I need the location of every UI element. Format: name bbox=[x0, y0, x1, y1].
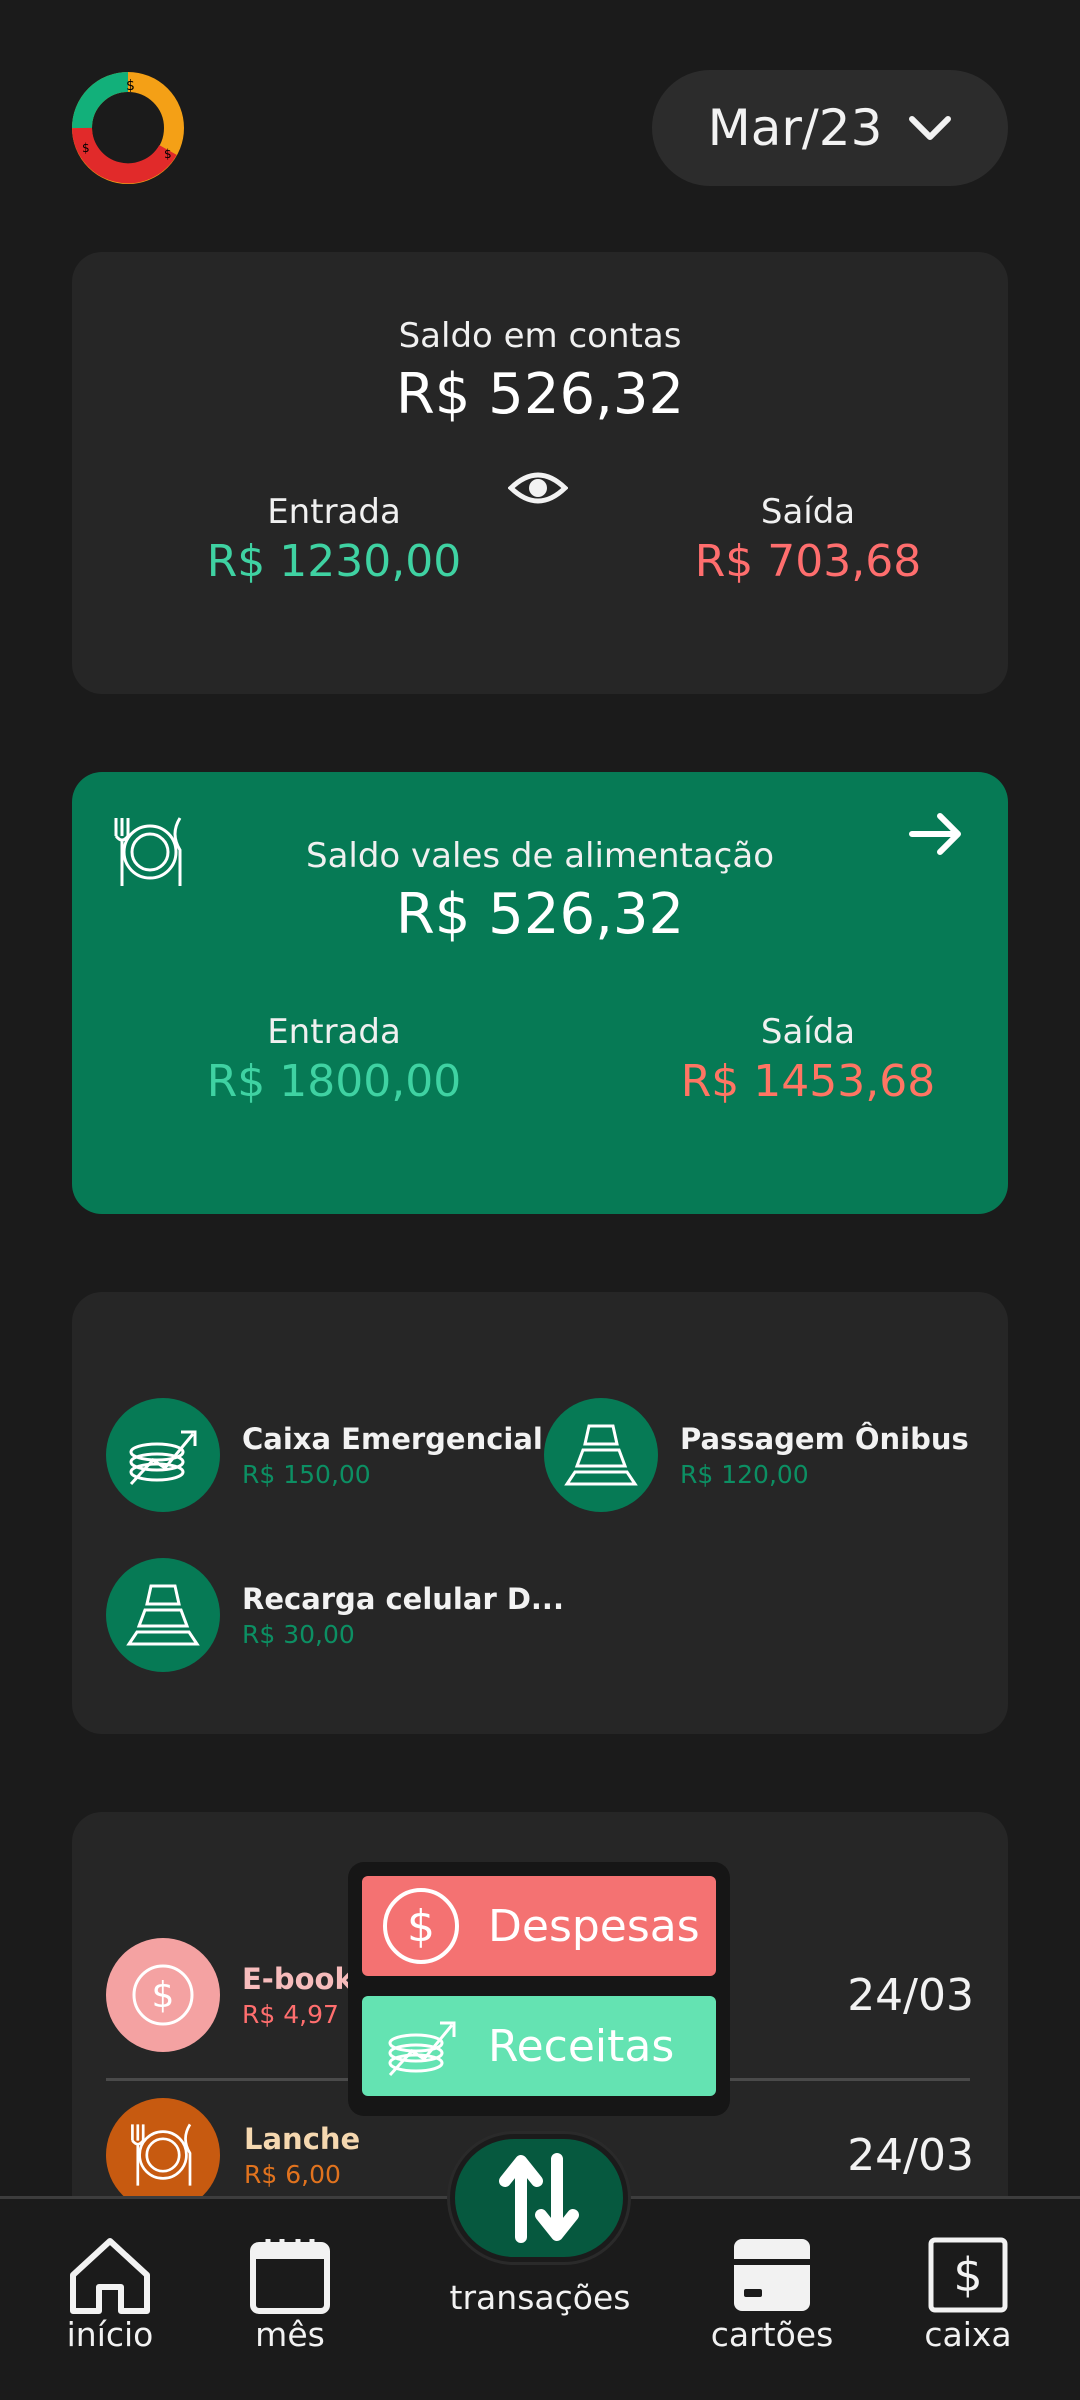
svg-text:$: $ bbox=[152, 1975, 175, 2016]
accounts-balance: R$ 526,32 bbox=[395, 362, 685, 427]
chevron-down-icon bbox=[909, 116, 952, 140]
home-icon bbox=[50, 2235, 170, 2315]
pyramid-icon bbox=[544, 1398, 658, 1512]
transaction-name: Lanche bbox=[244, 2121, 361, 2156]
meal-voucher-card[interactable]: Saldo vales de alimentação R$ 526,32 Ent… bbox=[72, 772, 1008, 1214]
voucher-in-value: R$ 1800,00 bbox=[206, 1056, 462, 1107]
transaction-name: E-book bbox=[242, 1961, 354, 1996]
nav-home[interactable]: início bbox=[50, 2235, 170, 2354]
plate-icon bbox=[106, 2098, 220, 2212]
box-item[interactable]: Caixa Emergencial R$ 150,00 bbox=[106, 1398, 543, 1512]
box-item[interactable]: Recarga celular D... R$ 30,00 bbox=[106, 1558, 564, 1672]
boxes-card: Caixa Emergencial R$ 150,00 Passagem Ôni… bbox=[72, 1292, 1008, 1734]
accounts-out-label: Saída bbox=[760, 492, 856, 532]
new-transaction-menu: $ Despesas Receitas bbox=[348, 1862, 730, 2116]
svg-text:$: $ bbox=[82, 141, 90, 155]
voucher-out-label: Saída bbox=[760, 1012, 856, 1052]
accounts-balance-card: Saldo em contas R$ 526,32 Entrada R$ 123… bbox=[72, 252, 1008, 694]
nav-transactions-label: transações bbox=[449, 2278, 631, 2317]
nav-month-label: mês bbox=[255, 2315, 325, 2354]
accounts-in-label: Entrada bbox=[267, 492, 401, 532]
app-logo: $ $ $ bbox=[68, 68, 188, 188]
pyramid-icon bbox=[106, 1558, 220, 1672]
cash-box-icon: $ bbox=[908, 2235, 1028, 2315]
voucher-in-label: Entrada bbox=[267, 1012, 401, 1052]
transactions-fab[interactable] bbox=[450, 2134, 628, 2262]
month-selector[interactable]: Mar/23 bbox=[652, 70, 1008, 186]
transaction-amount: R$ 4,97 bbox=[242, 1999, 339, 2029]
nav-month[interactable]: mês bbox=[230, 2235, 350, 2354]
svg-text:$: $ bbox=[126, 78, 135, 94]
svg-text:$: $ bbox=[164, 147, 172, 161]
voucher-out-value: R$ 1453,68 bbox=[680, 1056, 936, 1107]
voucher-title: Saldo vales de alimentação bbox=[305, 836, 774, 876]
expenses-label: Despesas bbox=[488, 1900, 700, 1952]
box-amount: R$ 150,00 bbox=[242, 1459, 371, 1489]
swap-vertical-icon bbox=[499, 2153, 579, 2243]
income-button[interactable]: Receitas bbox=[362, 1996, 716, 2096]
box-item[interactable]: Passagem Ônibus R$ 120,00 bbox=[544, 1398, 969, 1512]
nav-cards[interactable]: cartões bbox=[700, 2235, 844, 2354]
eye-icon[interactable] bbox=[507, 468, 569, 512]
coins-chart-icon bbox=[388, 2021, 456, 2077]
svg-text:$: $ bbox=[407, 1901, 435, 1952]
coins-chart-icon bbox=[106, 1398, 220, 1512]
nav-cash-label: caixa bbox=[924, 2315, 1012, 2354]
voucher-balance: R$ 526,32 bbox=[395, 882, 685, 947]
month-label: Mar/23 bbox=[707, 99, 883, 157]
box-name: Recarga celular D... bbox=[242, 1581, 564, 1616]
box-name: Passagem Ônibus bbox=[680, 1421, 969, 1456]
accounts-title: Saldo em contas bbox=[398, 316, 682, 356]
transaction-date: 24/03 bbox=[847, 1969, 974, 2021]
transaction-amount: R$ 6,00 bbox=[244, 2159, 341, 2189]
accounts-out-value: R$ 703,68 bbox=[694, 536, 922, 587]
credit-card-icon bbox=[700, 2235, 844, 2315]
nav-home-label: início bbox=[66, 2315, 154, 2354]
calendar-icon bbox=[230, 2235, 350, 2315]
transaction-date: 24/03 bbox=[847, 2129, 974, 2181]
box-amount: R$ 120,00 bbox=[680, 1459, 809, 1489]
svg-text:$: $ bbox=[953, 2248, 982, 2302]
dollar-icon: $ bbox=[383, 1888, 459, 1964]
accounts-in-value: R$ 1230,00 bbox=[206, 536, 462, 587]
nav-cash[interactable]: $ caixa bbox=[908, 2235, 1028, 2354]
box-name: Caixa Emergencial bbox=[242, 1421, 543, 1456]
expenses-button[interactable]: $ Despesas bbox=[362, 1876, 716, 1976]
nav-cards-label: cartões bbox=[710, 2315, 834, 2354]
dollar-icon: $ bbox=[106, 1938, 220, 2052]
income-label: Receitas bbox=[488, 2020, 675, 2072]
box-amount: R$ 30,00 bbox=[242, 1619, 355, 1649]
